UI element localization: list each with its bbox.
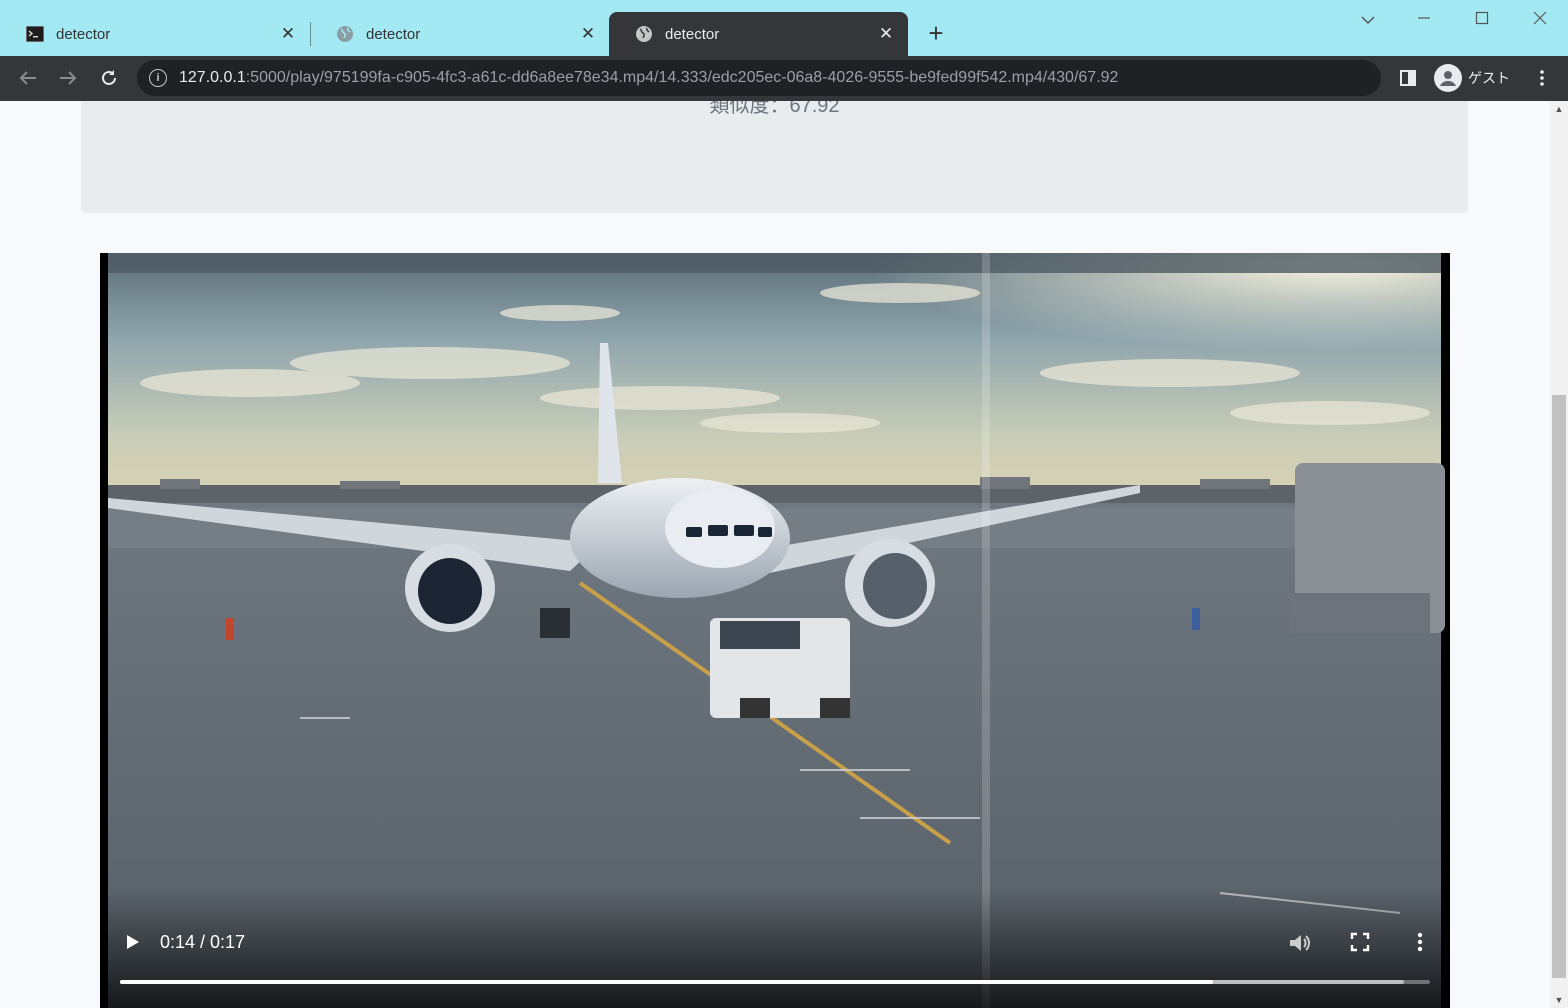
reload-icon[interactable] — [95, 64, 123, 92]
tab-search-chevron-icon[interactable] — [1348, 8, 1388, 34]
url-text: 127.0.0.1:5000/play/975199fa-c905-4fc3-a… — [179, 69, 1119, 86]
profile-button[interactable]: ゲスト — [1434, 62, 1510, 94]
scroll-down-arrow-icon[interactable]: ▼ — [1550, 992, 1568, 1008]
profile-label: ゲスト — [1468, 70, 1510, 86]
page-content: 類似度：67.92 0:14 / 0:17 — [0, 101, 1550, 1008]
close-window-button[interactable] — [1520, 8, 1560, 34]
globe-icon — [635, 25, 653, 43]
video-progress-bar[interactable] — [120, 980, 1430, 984]
browser-tab-2[interactable]: detector ✕ — [310, 12, 610, 56]
play-icon[interactable] — [120, 930, 144, 954]
more-options-icon[interactable] — [1410, 930, 1430, 954]
fullscreen-icon[interactable] — [1348, 930, 1372, 954]
close-tab-icon[interactable]: ✕ — [278, 24, 298, 44]
tab-title: detector — [366, 25, 421, 43]
maximize-button[interactable] — [1462, 8, 1502, 34]
terminal-icon — [26, 25, 44, 43]
played-range — [120, 980, 1213, 984]
similarity-text: 類似度：67.92 — [709, 101, 840, 117]
menu-kebab-icon[interactable] — [1528, 64, 1556, 92]
time-display: 0:14 / 0:17 — [160, 932, 246, 952]
tab-strip: detector ✕ detector ✕ detector ✕ + — [0, 0, 1568, 56]
back-arrow-icon[interactable] — [14, 64, 42, 92]
browser-toolbar: i 127.0.0.1:5000/play/975199fa-c905-4fc3… — [0, 56, 1568, 101]
scroll-up-arrow-icon[interactable]: ▲ — [1550, 101, 1568, 117]
result-card: 類似度：67.92 — [81, 101, 1468, 213]
forward-arrow-icon[interactable] — [54, 64, 82, 92]
address-bar[interactable]: i 127.0.0.1:5000/play/975199fa-c905-4fc3… — [137, 60, 1381, 96]
site-info-icon[interactable]: i — [149, 69, 167, 87]
close-tab-icon[interactable]: ✕ — [876, 24, 896, 44]
video-controls: 0:14 / 0:17 — [100, 888, 1450, 1008]
browser-tab-1[interactable]: detector ✕ — [0, 12, 310, 56]
volume-icon[interactable] — [1286, 930, 1312, 956]
side-panel-icon[interactable] — [1394, 64, 1422, 92]
video-player[interactable]: 0:14 / 0:17 — [100, 253, 1450, 1008]
tab-title: detector — [56, 25, 111, 43]
minimize-button[interactable] — [1404, 8, 1444, 34]
page-scrollbar[interactable]: ▲ ▼ — [1550, 101, 1568, 1008]
close-tab-icon[interactable]: ✕ — [578, 24, 598, 44]
globe-icon — [336, 25, 354, 43]
scrollbar-thumb[interactable] — [1552, 395, 1566, 978]
guest-avatar-icon — [1434, 64, 1462, 92]
browser-tab-3-active[interactable]: detector ✕ — [609, 12, 908, 56]
tab-title: detector — [665, 25, 720, 43]
new-tab-button[interactable]: + — [922, 20, 950, 48]
